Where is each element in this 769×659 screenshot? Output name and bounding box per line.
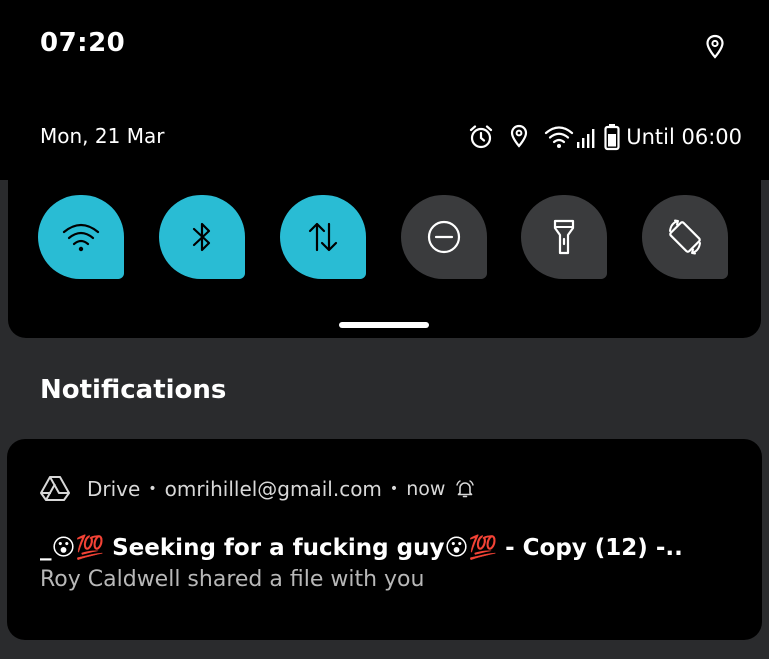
status-icons: Until 06:00: [468, 120, 742, 154]
tile-flashlight[interactable]: [521, 195, 607, 279]
alarm-icon: [470, 125, 493, 149]
wifi-icon: [62, 223, 100, 252]
notification-title: _😮💯 Seeking for a fucking guy😮💯 - Copy (…: [40, 535, 683, 561]
battery-icon: [604, 124, 620, 151]
alert-bell-icon: [456, 480, 475, 498]
clock: 07:20: [40, 28, 126, 58]
tile-mobile-data[interactable]: [280, 195, 366, 279]
bluetooth-icon: [192, 222, 211, 252]
panel-drag-handle[interactable]: [339, 322, 429, 328]
date-label: Mon, 21 Mar: [40, 124, 165, 148]
account-email: omrihillel@gmail.com: [164, 477, 382, 501]
location-icon: [511, 124, 528, 148]
tile-auto-rotate[interactable]: [642, 195, 728, 279]
notification-header: Drive • omrihillel@gmail.com • now: [87, 477, 475, 501]
battery-until-label: Until 06:00: [626, 125, 742, 149]
tile-do-not-disturb[interactable]: [401, 195, 487, 279]
rotate-icon: [669, 219, 701, 255]
signal-icon: [577, 129, 595, 148]
location-icon: [706, 34, 724, 59]
wifi-icon: [545, 126, 574, 148]
notifications-heading: Notifications: [40, 375, 227, 405]
separator-dot: •: [389, 481, 399, 497]
tile-wifi[interactable]: [38, 195, 124, 279]
separator-dot: •: [148, 481, 157, 497]
dnd-icon: [427, 220, 461, 254]
quick-settings-tiles: [38, 195, 738, 279]
notification-time: now: [406, 478, 446, 500]
flashlight-icon: [553, 219, 575, 255]
notification-text: Roy Caldwell shared a file with you: [40, 567, 425, 592]
data-arrows-icon: [308, 222, 338, 252]
tile-bluetooth[interactable]: [159, 195, 245, 279]
drive-icon: [40, 476, 70, 501]
notification-card[interactable]: Drive • omrihillel@gmail.com • now _😮💯 S…: [7, 439, 762, 640]
app-name: Drive: [87, 477, 141, 501]
